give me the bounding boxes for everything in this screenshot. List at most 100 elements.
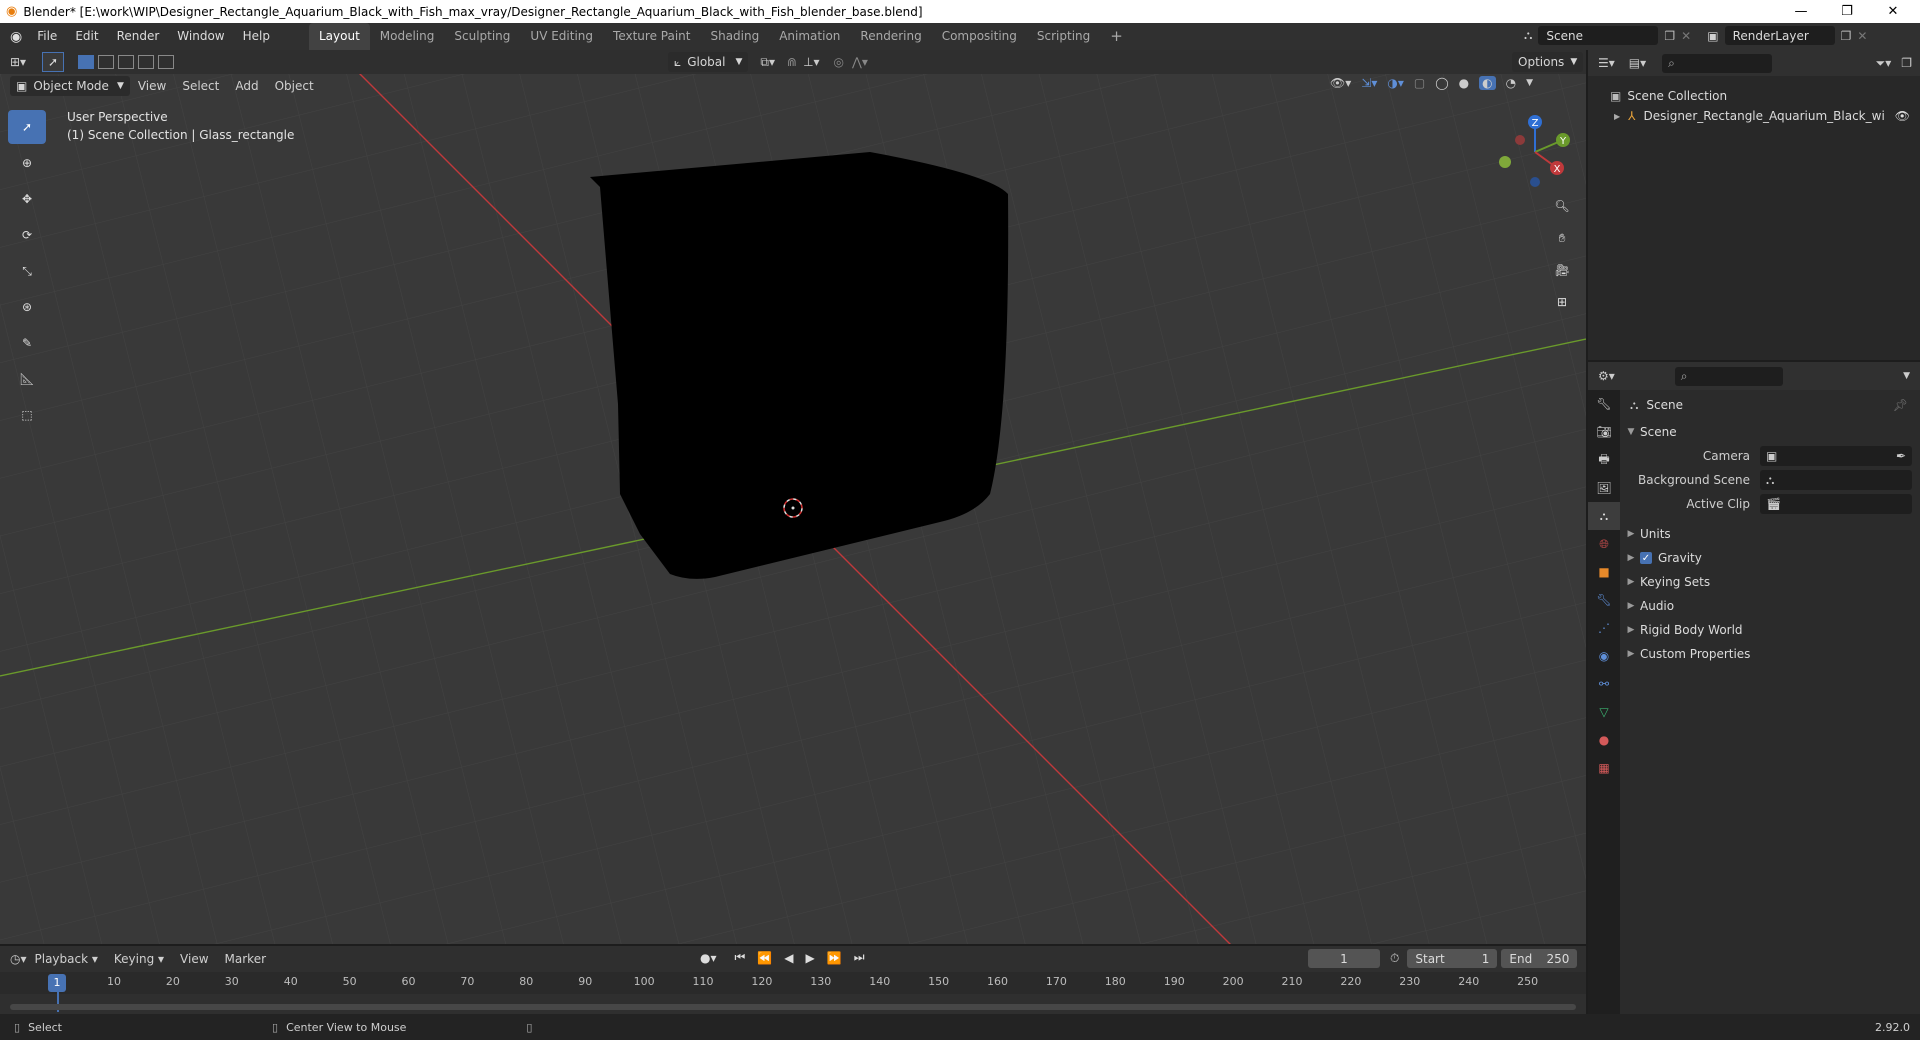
selection-mode-new-icon[interactable]: [78, 55, 95, 69]
wireframe-shading-icon[interactable]: ◯: [1435, 76, 1448, 90]
custom-properties-section[interactable]: ▶ Custom Properties: [1620, 642, 1920, 666]
delete-scene-icon[interactable]: ✕: [1681, 29, 1691, 43]
zoom-icon[interactable]: 🔍︎: [1548, 192, 1576, 220]
camera-field[interactable]: ▣ ✒: [1760, 446, 1912, 466]
viewport-canvas[interactable]: [0, 74, 1586, 944]
gizmo-toggle-icon[interactable]: ⇲▾: [1361, 76, 1377, 90]
pan-hand-icon[interactable]: ✋︎: [1548, 224, 1576, 252]
viewport-menu-view[interactable]: View: [130, 75, 174, 97]
audio-section[interactable]: ▶ Audio: [1620, 594, 1920, 618]
properties-search-input[interactable]: ⌕: [1674, 366, 1783, 386]
transform-orientation-dropdown[interactable]: ⟀ Global ▼: [668, 52, 749, 72]
scene-tab-icon[interactable]: ⛬: [1588, 502, 1620, 530]
play-icon[interactable]: ▶: [806, 951, 815, 965]
display-mode-icon[interactable]: ▤▾: [1629, 56, 1646, 70]
timeline-menu-keying[interactable]: Keying ▾: [106, 948, 172, 970]
object-tab-icon[interactable]: ■: [1588, 558, 1620, 586]
gravity-section[interactable]: ▶ ✓ Gravity: [1620, 546, 1920, 570]
outliner-editor-type-icon[interactable]: ☰▾: [1598, 56, 1615, 70]
workspace-tab-layout[interactable]: Layout: [308, 23, 370, 50]
view-layer-tab-icon[interactable]: 🖼︎: [1588, 474, 1620, 502]
viewport-menu-object[interactable]: Object: [267, 75, 322, 97]
editor-type-icon[interactable]: ⊞▾: [10, 55, 26, 69]
timeline-menu-view[interactable]: View: [172, 948, 216, 970]
proportional-falloff-icon[interactable]: ⋀▾: [852, 55, 868, 69]
rigid-body-world-section[interactable]: ▶ Rigid Body World: [1620, 618, 1920, 642]
rendered-shading-icon[interactable]: ◔: [1506, 76, 1516, 90]
gizmo-neg-y-axis[interactable]: [1499, 156, 1511, 168]
renderlayer-selector[interactable]: RenderLayer: [1724, 26, 1835, 45]
workspace-tab-rendering[interactable]: Rendering: [850, 23, 931, 50]
new-scene-icon[interactable]: ❐: [1664, 29, 1675, 43]
outliner-item[interactable]: ▶ ⅄ Designer_Rectangle_Aquarium_Black_wi…: [1588, 106, 1920, 126]
eyedropper-icon[interactable]: ✒: [1896, 449, 1906, 463]
overlays-icon[interactable]: ◑▾: [1387, 76, 1404, 90]
menu-window[interactable]: Window: [168, 23, 233, 50]
timeline-scrollbar[interactable]: [10, 1004, 1576, 1010]
pin-icon[interactable]: 📌︎: [1893, 398, 1908, 412]
jump-next-keyframe-icon[interactable]: ⏩: [827, 951, 842, 965]
jump-end-icon[interactable]: ⏭: [854, 950, 865, 965]
scene-panel-header[interactable]: ▼ Scene: [1620, 420, 1920, 444]
particles-tab-icon[interactable]: ⋰: [1588, 614, 1620, 642]
modifier-tab-icon[interactable]: 🔧︎: [1588, 586, 1620, 614]
menu-file[interactable]: File: [28, 23, 66, 50]
selection-mode-subtract-icon[interactable]: [118, 55, 135, 69]
timeline-editor-type-icon[interactable]: ◷▾: [10, 952, 27, 966]
rotate-tool-icon[interactable]: ⟳: [8, 218, 46, 252]
texture-tab-icon[interactable]: ▦: [1588, 754, 1620, 782]
shading-options-icon[interactable]: ▼: [1526, 78, 1533, 88]
visibility-icon[interactable]: 👁▾: [1330, 76, 1351, 90]
workspace-tab-shading[interactable]: Shading: [700, 23, 769, 50]
close-window-button[interactable]: ✕: [1870, 0, 1916, 23]
workspace-tab-animation[interactable]: Animation: [769, 23, 850, 50]
visibility-eye-icon[interactable]: 👁: [1895, 109, 1910, 123]
select-tool-icon[interactable]: ➚: [8, 110, 46, 144]
add-cube-tool-icon[interactable]: ⬚: [8, 398, 46, 432]
jump-start-icon[interactable]: ⏮: [735, 950, 746, 965]
physics-tab-icon[interactable]: ◉: [1588, 642, 1620, 670]
material-shading-icon[interactable]: ◐: [1479, 76, 1496, 90]
auto-keying-icon[interactable]: ●▾: [700, 951, 717, 965]
world-tab-icon[interactable]: 🌐︎: [1588, 530, 1620, 558]
new-collection-icon[interactable]: ❐: [1901, 56, 1912, 70]
ortho-toggle-icon[interactable]: ⊞: [1548, 288, 1576, 316]
timeline-menu-marker[interactable]: Marker: [217, 948, 274, 970]
workspace-tab-scripting[interactable]: Scripting: [1027, 23, 1100, 50]
render-tab-icon[interactable]: 📷︎: [1588, 418, 1620, 446]
workspace-tab-compositing[interactable]: Compositing: [932, 23, 1027, 50]
chevron-down-icon[interactable]: ▼: [1903, 371, 1910, 381]
transform-tool-icon[interactable]: ⊛: [8, 290, 46, 324]
blender-menu-icon[interactable]: ◉: [10, 29, 22, 45]
timeline-ruler[interactable]: 1 10 20 30 40 50 60 70 80 90 100 110 120 130 140 150 16…: [0, 972, 1586, 1012]
menu-help[interactable]: Help: [234, 23, 279, 50]
end-frame-field[interactable]: End 250: [1501, 949, 1578, 968]
add-workspace-icon[interactable]: +: [1100, 23, 1133, 50]
pivot-point-icon[interactable]: ⧉▾: [760, 55, 775, 70]
constraints-tab-icon[interactable]: ⚯: [1588, 670, 1620, 698]
cursor-tool-icon[interactable]: ⊕: [8, 146, 46, 180]
workspace-tab-modeling[interactable]: Modeling: [370, 23, 445, 50]
keying-sets-section[interactable]: ▶ Keying Sets: [1620, 570, 1920, 594]
proportional-editing-icon[interactable]: ◎: [834, 55, 844, 69]
start-frame-field[interactable]: Start 1: [1407, 949, 1498, 968]
workspace-tab-uv-editing[interactable]: UV Editing: [520, 23, 603, 50]
playhead[interactable]: 1: [48, 974, 66, 992]
selection-mode-intersect-icon[interactable]: [158, 55, 175, 69]
filter-icon[interactable]: ⏷▾: [1876, 56, 1892, 71]
maximize-button[interactable]: ❐: [1824, 0, 1870, 23]
expand-arrow-icon[interactable]: ▶: [1614, 112, 1620, 121]
tool-tab-icon[interactable]: 🔧︎: [1588, 390, 1620, 418]
selection-mode-extend-icon[interactable]: [98, 55, 115, 69]
selection-mode-invert-icon[interactable]: [138, 55, 155, 69]
units-section[interactable]: ▶ Units: [1620, 522, 1920, 546]
material-tab-icon[interactable]: ●: [1588, 726, 1620, 754]
delete-renderlayer-icon[interactable]: ✕: [1857, 29, 1867, 43]
output-tab-icon[interactable]: 🖶︎: [1588, 446, 1620, 474]
camera-view-icon[interactable]: 🎥︎: [1548, 256, 1576, 284]
stopwatch-icon[interactable]: ⏱: [1390, 951, 1399, 966]
workspace-tab-sculpting[interactable]: Sculpting: [444, 23, 520, 50]
select-box-tool-icon[interactable]: ➚: [42, 52, 65, 72]
minimize-button[interactable]: —: [1778, 0, 1824, 23]
viewport-menu-add[interactable]: Add: [227, 75, 266, 97]
